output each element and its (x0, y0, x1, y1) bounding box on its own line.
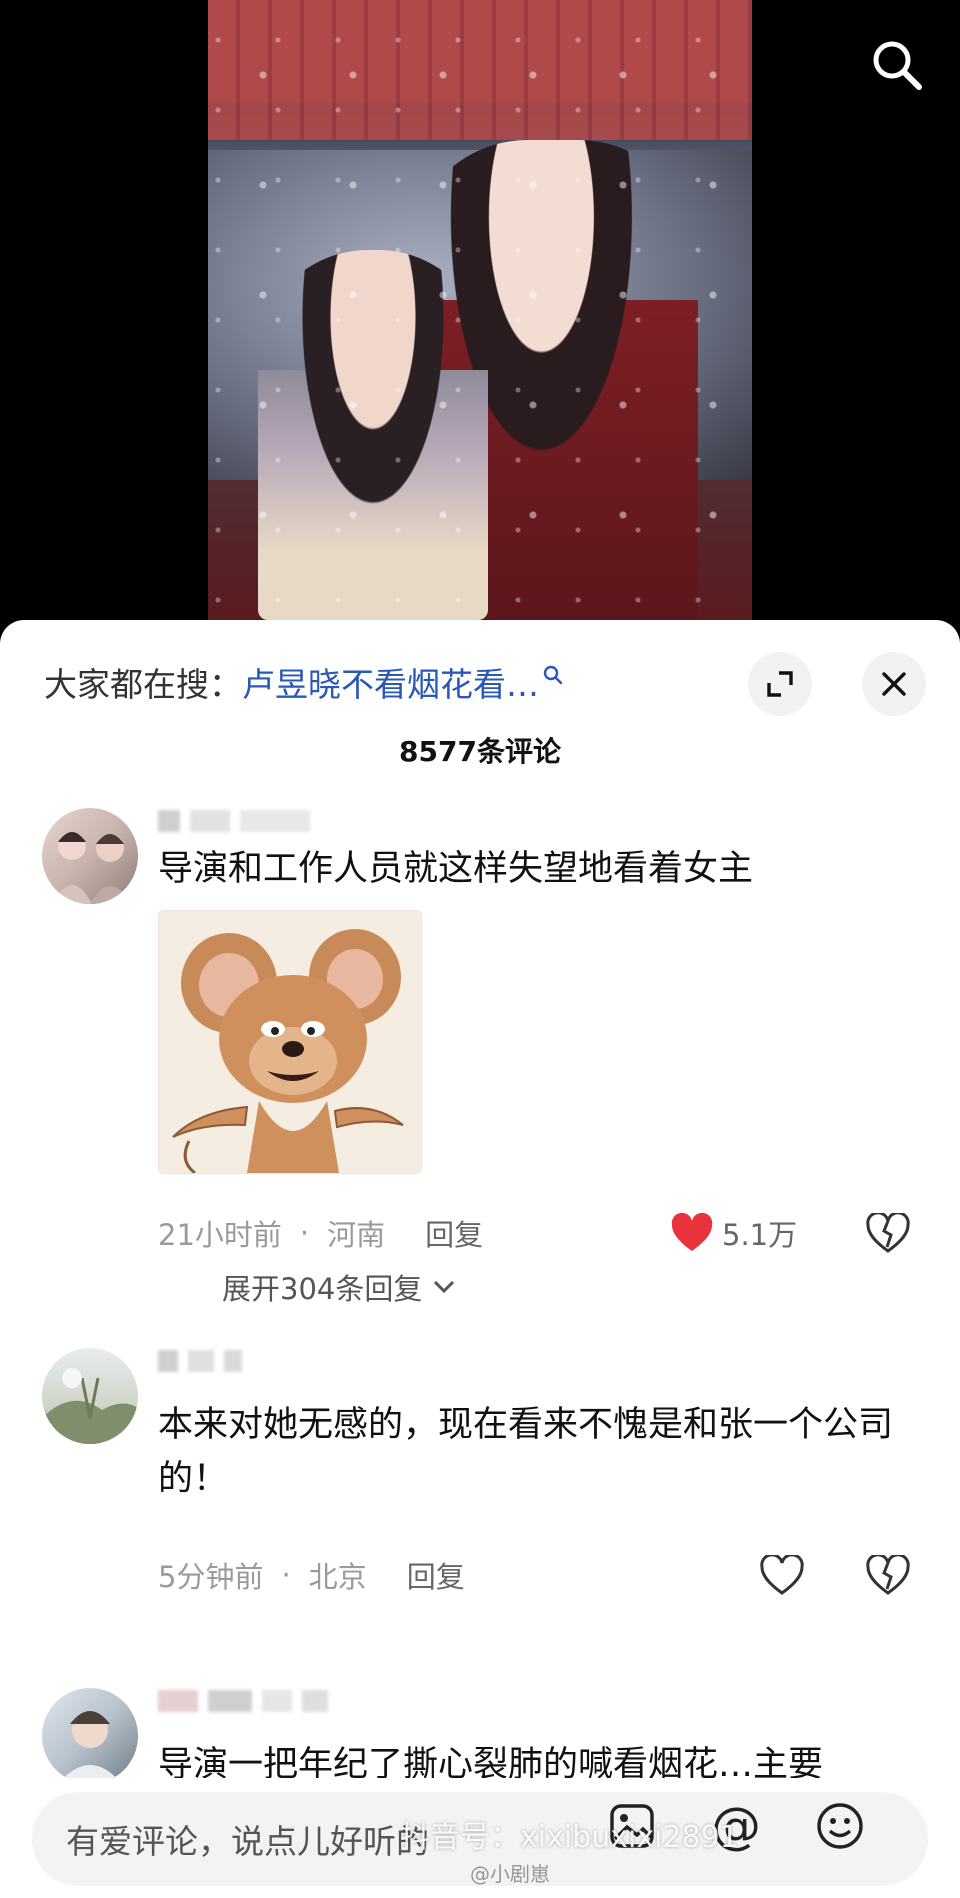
video-player[interactable] (0, 0, 960, 620)
avatar-image (58, 1711, 122, 1784)
avatar[interactable] (42, 1688, 138, 1784)
username-redacted[interactable] (158, 1688, 328, 1714)
weibo-watermark: @小剧崽 (470, 1862, 550, 1886)
search-button[interactable] (862, 30, 932, 100)
emoji-button[interactable] (814, 1800, 866, 1852)
search-icon (873, 41, 922, 90)
video-frame (208, 0, 752, 620)
comment-sheet: 大家都在搜： 卢昱晓不看烟花看… 8577条评论 导演和工作人员就这样失望地看着… (0, 620, 960, 1898)
comment-input-placeholder: 有爱评论，说点儿好听的 (66, 1822, 429, 1861)
emoji-icon (817, 1803, 863, 1849)
video-snow (208, 0, 752, 620)
video-watermark: 抖音号：xixibuxixi2891 (400, 1820, 739, 1855)
comment-item: 导演一把年纪了撕心裂肺的喊看烟花…主要 (0, 620, 960, 1785)
